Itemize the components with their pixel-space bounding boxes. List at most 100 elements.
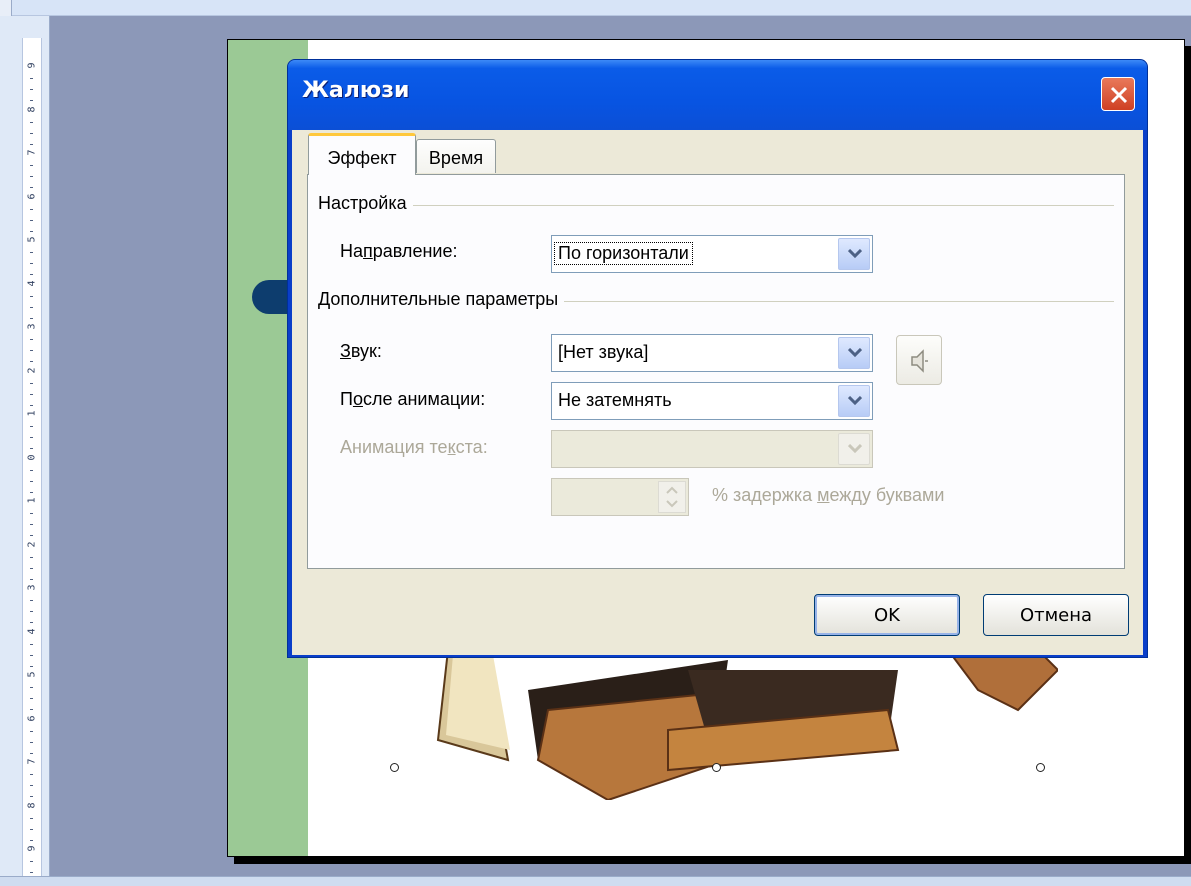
ruler-tick	[30, 818, 33, 819]
direction-select-value: По горизонтали	[554, 242, 693, 265]
text-animation-label: Анимация текста:	[340, 437, 488, 457]
ruler-label: 8	[26, 802, 38, 809]
vertical-ruler: 9 8 7 6 5 4 3 2 1 0 1 2 3 4 5 6 7 8 9	[0, 16, 50, 886]
blinds-effect-dialog: Жалюзи Эффект Время Настройка Направлени…	[287, 59, 1148, 658]
tab-effect[interactable]: Эффект	[308, 133, 416, 175]
chevron-down-icon	[848, 396, 862, 406]
direction-dropdown-button[interactable]	[838, 238, 870, 270]
ruler-tick	[30, 89, 33, 90]
ruler-label: 3	[26, 323, 38, 330]
after-animation-select-value: Не затемнять	[558, 390, 672, 410]
cancel-button[interactable]: Отмена	[983, 594, 1129, 636]
sound-settings-button[interactable]	[896, 335, 942, 385]
ruler-label: 6	[26, 193, 38, 200]
ruler-tick	[30, 785, 33, 786]
ruler-tick	[30, 470, 33, 471]
ruler-tick	[30, 426, 33, 427]
tab-timing[interactable]: Время	[416, 139, 496, 173]
ruler-tick	[30, 122, 33, 123]
settings-group-line	[318, 205, 1114, 206]
ruler-label: 5	[26, 671, 38, 678]
ruler-tick	[30, 513, 33, 514]
ruler-tick	[30, 524, 33, 525]
text-animation-select	[551, 430, 873, 468]
ruler-tick	[30, 307, 33, 308]
chevron-down-icon	[848, 444, 862, 454]
settings-group-title: Настройка	[318, 193, 413, 214]
selection-handle-center[interactable]	[712, 763, 721, 772]
after-animation-select[interactable]: Не затемнять	[551, 382, 873, 420]
ruler-tick	[30, 655, 33, 656]
ruler-label: 9	[26, 845, 38, 852]
ruler-tick	[30, 220, 33, 221]
after-animation-dropdown-button[interactable]	[838, 385, 870, 417]
ruler-tick	[30, 600, 33, 601]
books-picture[interactable]	[418, 650, 1058, 800]
after-animation-label: После анимации:	[340, 389, 486, 409]
bottom-scroll-strip	[0, 876, 1191, 886]
close-button[interactable]	[1101, 77, 1135, 111]
ruler-tick	[30, 437, 33, 438]
ruler-corner	[0, 0, 12, 16]
ruler-label: 7	[26, 758, 38, 765]
tab-timing-label: Время	[428, 148, 484, 168]
ruler-tick	[30, 296, 33, 297]
ruler-tick	[30, 644, 33, 645]
selection-handle-right[interactable]	[1036, 763, 1045, 772]
ok-button[interactable]: OK	[814, 594, 960, 636]
ruler-tick	[30, 861, 33, 862]
tab-effect-label: Эффект	[327, 148, 397, 168]
chevron-down-icon	[848, 348, 862, 358]
ruler-tick	[30, 611, 33, 612]
ruler-label: 4	[26, 628, 38, 635]
ruler-tick	[30, 687, 33, 688]
dialog-client-area: Эффект Время Настройка Направление: По г…	[292, 130, 1143, 655]
ruler-label: 6	[26, 715, 38, 722]
spin-updown-icon	[666, 486, 678, 508]
sound-select-value: [Нет звука]	[558, 342, 649, 362]
ruler-tick	[30, 339, 33, 340]
ruler-tick	[30, 557, 33, 558]
ruler-label: 1	[26, 497, 38, 504]
ruler-tick	[30, 252, 33, 253]
ruler-tick	[30, 568, 33, 569]
selection-handle-left[interactable]	[390, 763, 399, 772]
ruler-tick	[30, 394, 33, 395]
speaker-icon	[911, 349, 928, 373]
ruler-label: 1	[26, 410, 38, 417]
ruler-label: 4	[26, 280, 38, 287]
letter-delay-spinner	[551, 478, 689, 516]
sound-label: Звук:	[340, 341, 382, 361]
extra-group-title: Дополнительные параметры	[318, 289, 565, 310]
ruler-label: 9	[26, 62, 38, 69]
ruler-tick	[30, 481, 33, 482]
ruler-tick	[30, 165, 33, 166]
ruler-tick	[30, 774, 33, 775]
ruler-label: 0	[26, 454, 38, 461]
direction-label: Направление:	[340, 241, 458, 261]
effect-tab-panel: Настройка Направление: По горизонтали До…	[307, 174, 1125, 569]
ruler-label: 8	[26, 106, 38, 113]
ruler-label: 2	[26, 541, 38, 548]
sound-dropdown-button[interactable]	[838, 337, 870, 369]
dialog-titlebar[interactable]: Жалюзи	[288, 60, 1147, 130]
sound-select[interactable]: [Нет звука]	[551, 334, 873, 372]
letter-delay-label: % задержка между буквами	[712, 485, 945, 505]
close-x-icon	[1110, 86, 1128, 104]
ruler-label: 2	[26, 367, 38, 374]
letter-delay-spin-buttons	[658, 481, 686, 513]
ruler-tick	[30, 209, 33, 210]
ruler-tick	[30, 698, 33, 699]
ruler-label: 3	[26, 584, 38, 591]
ruler-tick	[30, 350, 33, 351]
ruler-tick	[30, 133, 33, 134]
dialog-title: Жалюзи	[302, 78, 410, 103]
ruler-label: 5	[26, 236, 38, 243]
ruler-tick	[30, 78, 33, 79]
ruler-tick	[30, 176, 33, 177]
ruler-label: 7	[26, 149, 38, 156]
ruler-tick	[30, 263, 33, 264]
ruler-tick	[30, 829, 33, 830]
direction-select[interactable]: По горизонтали	[551, 235, 873, 273]
ruler-tick	[30, 383, 33, 384]
